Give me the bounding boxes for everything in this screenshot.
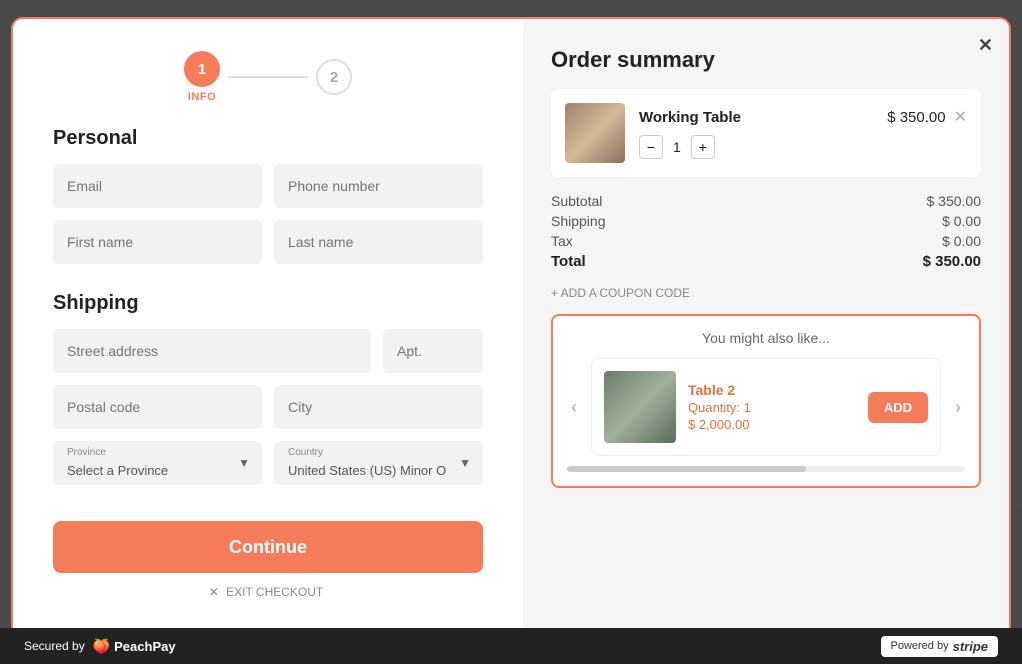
step2-wrapper: 2: [316, 59, 352, 95]
email-input[interactable]: [53, 164, 262, 208]
qty-increase-button[interactable]: +: [691, 135, 715, 159]
right-panel: ✕ Order summary Working Table $ 350.00 ✕…: [523, 19, 1009, 645]
city-input[interactable]: [274, 385, 483, 429]
reco-next-button[interactable]: ›: [951, 393, 965, 422]
step-line: [228, 76, 308, 78]
exit-label: EXIT CHECKOUT: [226, 585, 323, 599]
subtotal-label: Subtotal: [551, 193, 602, 209]
product-details: Working Table $ 350.00 ✕ − 1 +: [639, 107, 967, 159]
lastname-input[interactable]: [274, 220, 483, 264]
street-input[interactable]: [53, 329, 371, 373]
left-panel: 1 INFO 2 Personal: [13, 19, 523, 645]
product-image-inner: [565, 103, 625, 163]
remove-product-button[interactable]: ✕: [954, 107, 967, 127]
reco-product-image: [604, 371, 676, 443]
modal: 1 INFO 2 Personal: [11, 17, 1011, 647]
powered-by-stripe: Powered by stripe: [881, 636, 999, 657]
name-row: [53, 220, 483, 264]
step1-wrapper: 1 INFO: [184, 51, 220, 103]
reco-product-name: Table 2: [688, 382, 856, 398]
reco-scrollbar: [567, 466, 965, 472]
reco-info: Table 2 Quantity: 1 $ 2,000.00: [688, 382, 856, 432]
country-label: Country: [288, 447, 323, 458]
email-phone-row: [53, 164, 483, 208]
reco-slider: ‹ Table 2 Quantity: 1 $ 2,000.00 ADD ›: [567, 358, 965, 456]
tax-value: $ 0.00: [942, 233, 981, 249]
province-label: Province: [67, 447, 106, 458]
product-image: [565, 103, 625, 163]
product-price: $ 350.00: [887, 109, 945, 126]
coupon-link[interactable]: + ADD A COUPON CODE: [551, 286, 981, 300]
peachpay-icon: 🍑: [93, 638, 110, 655]
secured-label: Secured by: [24, 639, 85, 653]
powered-label: Powered by: [891, 640, 949, 652]
brand-name: PeachPay: [114, 639, 175, 654]
step2-number: 2: [330, 69, 338, 86]
step1-number: 1: [198, 61, 206, 78]
postal-input[interactable]: [53, 385, 262, 429]
total-value: $ 350.00: [923, 253, 981, 270]
reco-card: Table 2 Quantity: 1 $ 2,000.00 ADD: [591, 358, 941, 456]
reco-prev-button[interactable]: ‹: [567, 393, 581, 422]
totals: Subtotal $ 350.00 Shipping $ 0.00 Tax $ …: [551, 193, 981, 274]
street-row: [53, 329, 483, 373]
reco-add-button[interactable]: ADD: [868, 392, 928, 423]
qty-value: 1: [673, 139, 681, 155]
recommendations-box: You might also like... ‹ Table 2 Quantit…: [551, 314, 981, 488]
shipping-row: Shipping $ 0.00: [551, 213, 981, 229]
exit-checkout[interactable]: ✕ EXIT CHECKOUT: [53, 585, 483, 599]
shipping-title: Shipping: [53, 292, 483, 315]
province-wrapper: Province Select a Province ▼: [53, 441, 262, 485]
reco-product-price: $ 2,000.00: [688, 417, 856, 432]
subtotal-value: $ 350.00: [927, 193, 982, 209]
subtotal-row: Subtotal $ 350.00: [551, 193, 981, 209]
shipping-value: $ 0.00: [942, 213, 981, 229]
postal-city-row: [53, 385, 483, 429]
modal-footer: Secured by 🍑 PeachPay Powered by stripe: [0, 628, 1022, 664]
tax-row: Tax $ 0.00: [551, 233, 981, 249]
step2-circle: 2: [316, 59, 352, 95]
province-country-row: Province Select a Province ▼ Country Uni…: [53, 441, 483, 485]
product-card: Working Table $ 350.00 ✕ − 1 +: [551, 89, 981, 177]
reco-product-qty: Quantity: 1: [688, 400, 856, 415]
apt-input[interactable]: [383, 329, 483, 373]
total-label: Total: [551, 253, 586, 270]
overlay: 1 INFO 2 Personal: [0, 0, 1022, 664]
stripe-label: stripe: [953, 639, 988, 654]
product-name: Working Table: [639, 109, 887, 126]
shipping-section: Shipping Province Select a Province: [53, 292, 483, 497]
qty-decrease-button[interactable]: −: [639, 135, 663, 159]
reco-title: You might also like...: [567, 330, 965, 346]
firstname-input[interactable]: [53, 220, 262, 264]
qty-stepper: − 1 +: [639, 135, 967, 159]
reco-scrollbar-thumb: [567, 466, 806, 472]
phone-input[interactable]: [274, 164, 483, 208]
continue-button[interactable]: Continue: [53, 521, 483, 573]
tax-label: Tax: [551, 233, 573, 249]
close-button[interactable]: ✕: [978, 35, 993, 56]
footer-left: Secured by 🍑 PeachPay: [24, 638, 176, 655]
stepper: 1 INFO 2: [53, 51, 483, 103]
step1-circle: 1: [184, 51, 220, 87]
personal-title: Personal: [53, 127, 483, 150]
exit-icon: ✕: [209, 585, 219, 599]
peachpay-logo: 🍑 PeachPay: [93, 638, 176, 655]
country-wrapper: Country United States (US) Minor O ▼: [274, 441, 483, 485]
order-summary-title: Order summary: [551, 47, 981, 73]
total-row: Total $ 350.00: [551, 253, 981, 270]
shipping-label: Shipping: [551, 213, 606, 229]
step1-label: INFO: [188, 91, 216, 103]
